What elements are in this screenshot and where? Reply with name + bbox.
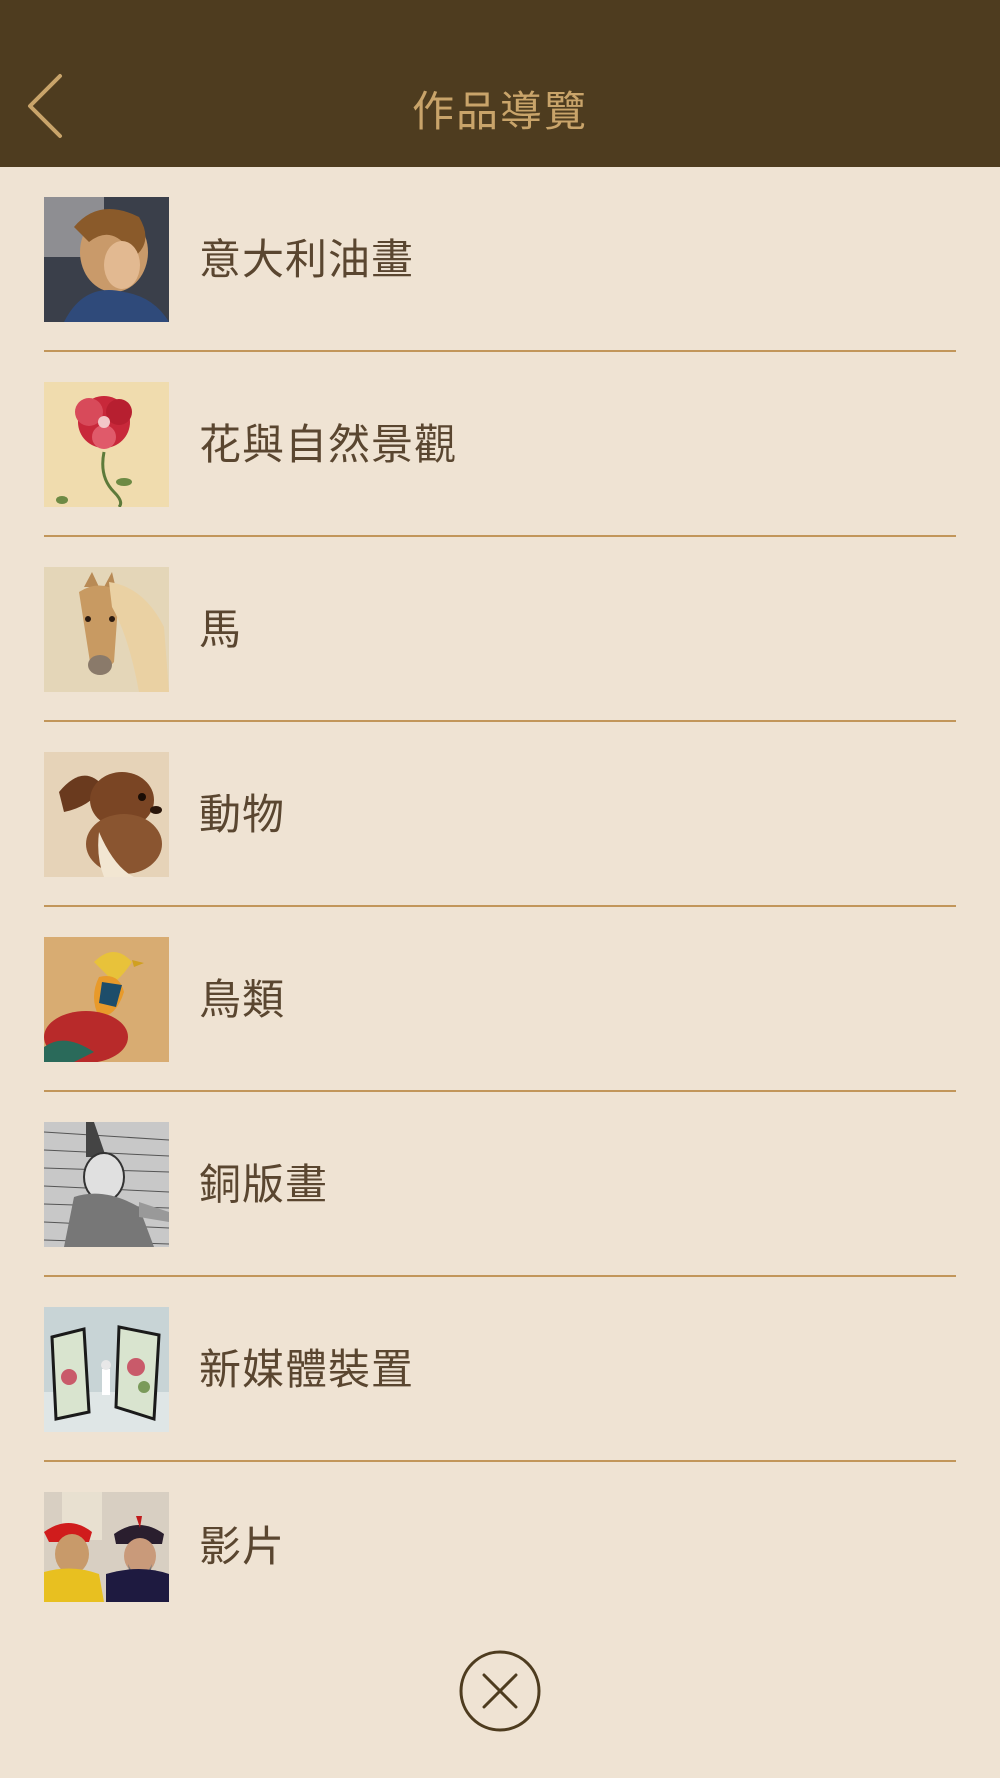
list-item-horse[interactable]: 馬 [44,537,956,722]
close-circle-icon [459,1650,541,1732]
list-item-copperplate[interactable]: 銅版畫 [44,1092,956,1277]
list-item-label: 鳥類 [199,975,286,1024]
list-item-label: 動物 [199,790,286,839]
list-item-label: 馬 [199,605,243,654]
list-item-label: 花與自然景觀 [199,420,458,469]
list-item-animal[interactable]: 動物 [44,722,956,907]
list-item-label: 影片 [199,1522,286,1571]
italian-oil-painting-thumbnail [44,197,169,322]
list-item-flowers-nature[interactable]: 花與自然景觀 [44,352,956,537]
video-thumbnail [44,1492,169,1602]
horse-thumbnail [44,567,169,692]
bird-thumbnail [44,937,169,1062]
flower-nature-thumbnail [44,382,169,507]
copperplate-engraving-thumbnail [44,1122,169,1247]
list-item-label: 意大利油畫 [199,235,415,284]
page-title: 作品導覽 [411,87,588,136]
close-button[interactable] [459,1650,541,1732]
list-item-new-media[interactable]: 新媒體裝置 [44,1277,956,1462]
animal-thumbnail [44,752,169,877]
list-item-italian-oil-painting[interactable]: 意大利油畫 [44,167,956,352]
list-item-label: 銅版畫 [199,1160,329,1209]
new-media-installation-thumbnail [44,1307,169,1432]
list-item-label: 新媒體裝置 [199,1345,415,1394]
top-bar: 作品導覽 [0,0,1000,167]
list-item-birds[interactable]: 鳥類 [44,907,956,1092]
list-item-video[interactable]: 影片 [44,1462,956,1647]
